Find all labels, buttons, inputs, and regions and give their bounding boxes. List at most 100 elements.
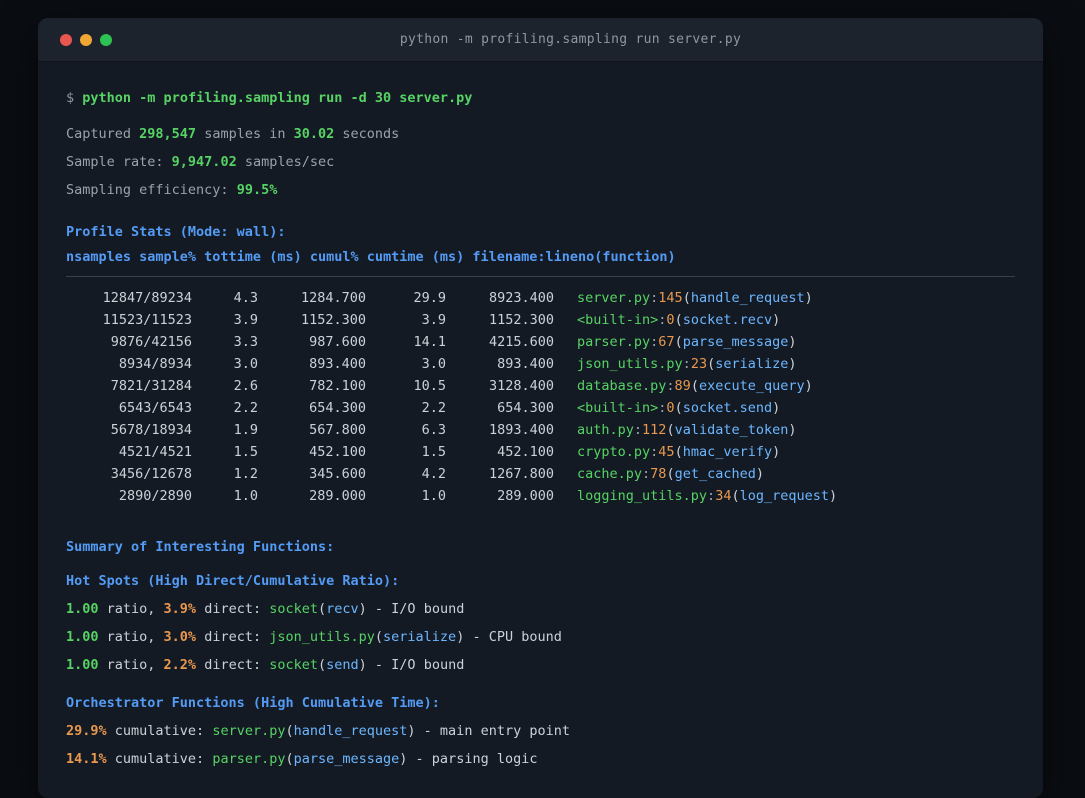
nsamples-cell: 3456/12678	[110, 466, 192, 482]
cumul-pct-cell: 14.1	[413, 334, 446, 350]
tottime-cell: 782.100	[309, 378, 366, 394]
close-paren: )	[772, 444, 781, 460]
filename: <built-in>	[577, 312, 659, 328]
function-location: cache.py:78(get_cached)	[577, 466, 764, 482]
function-name: log_request	[739, 488, 829, 504]
filename: auth.py	[577, 422, 634, 438]
profile-stats-header: Profile Stats (Mode: wall):	[66, 224, 286, 240]
sample-pct-cell: 2.2	[233, 400, 258, 416]
shell-prompt: $	[66, 90, 75, 106]
orchestrator-line: 14.1% cumulative: parser.py(parse_messag…	[66, 745, 1015, 773]
ratio-value: 1.00	[66, 657, 99, 673]
filename: database.py	[577, 378, 667, 394]
function-name: handle_request	[690, 290, 805, 306]
line-number: 67	[658, 334, 675, 350]
cumtime-cell: 893.400	[497, 356, 554, 372]
colon: :	[707, 488, 716, 504]
orchestrators-header: Orchestrator Functions (High Cumulative …	[66, 695, 440, 711]
close-paren: )	[829, 488, 838, 504]
filename: cache.py	[577, 466, 643, 482]
minimize-button[interactable]	[80, 33, 92, 46]
traffic-lights	[38, 33, 138, 46]
function-location: logging_utils.py:34(log_request)	[577, 488, 837, 504]
orchestrator-line: 29.9% cumulative: server.py(handle_reque…	[66, 717, 1015, 745]
open-paren: (	[318, 657, 327, 673]
table-row: 11523/11523 3.9 1152.300 3.9 1152.300 <built-…	[66, 309, 1015, 331]
nsamples-cell: 2890/2890	[118, 488, 192, 504]
cumtime-cell: 4215.600	[488, 334, 554, 350]
close-paren: )	[407, 723, 416, 739]
nsamples-cell: 5678/18934	[110, 422, 192, 438]
sample-pct-cell: 1.2	[233, 466, 258, 482]
open-paren: (	[374, 629, 384, 645]
cumulative-pct: 14.1%	[66, 751, 107, 767]
cumtime-cell: 1152.300	[488, 312, 554, 328]
command-line: $ python -m profiling.sampling run -d 30…	[66, 88, 1015, 108]
table-row: 3456/12678 1.2 345.600 4.2 1267.800 cache.py:…	[66, 463, 1015, 485]
cumtime-cell: 3128.400	[488, 378, 554, 394]
function-location: parser.py:67(parse_message)	[577, 334, 797, 350]
cumul-pct-cell: 29.9	[413, 290, 446, 306]
open-paren: (	[318, 601, 327, 617]
window-title: python -m profiling.sampling run server.…	[399, 32, 742, 47]
function-name: serialize	[715, 356, 789, 372]
function-name: send	[326, 657, 359, 673]
hot-spot-line: 1.00 ratio, 3.0% direct: json_utils.py(s…	[66, 623, 1015, 651]
cumul-pct-cell: 4.2	[421, 466, 446, 482]
close-button[interactable]	[60, 33, 72, 46]
filename: <built-in>	[577, 400, 659, 416]
open-paren: (	[674, 444, 683, 460]
filename: json_utils.py	[577, 356, 683, 372]
close-paren: )	[358, 657, 367, 673]
open-paren: (	[666, 466, 675, 482]
sample-pct-cell: 3.3	[233, 334, 258, 350]
direct-pct: 2.2%	[163, 657, 197, 673]
tottime-cell: 654.300	[309, 400, 366, 416]
window-titlebar[interactable]: python -m profiling.sampling run server.…	[38, 18, 1043, 62]
function-name: get_cached	[674, 466, 756, 482]
sample-pct-cell: 3.0	[233, 356, 258, 372]
close-paren: )	[804, 378, 813, 394]
function-location: auth.py:112(validate_token)	[577, 422, 797, 438]
cumtime-cell: 289.000	[497, 488, 554, 504]
tottime-cell: 1284.700	[300, 290, 366, 306]
direct-pct: 3.9%	[163, 601, 197, 617]
capture-stats: Captured 298,547 samples in 30.02 second…	[66, 120, 1015, 204]
target-name: socket	[269, 657, 318, 673]
maximize-button[interactable]	[100, 33, 112, 46]
cumulative-label: cumulative:	[106, 751, 213, 767]
note-text: - parsing logic	[407, 751, 538, 767]
cumul-pct-cell: 6.3	[421, 422, 446, 438]
function-name: socket.send	[682, 400, 773, 416]
cumul-pct-cell: 2.2	[421, 400, 446, 416]
nsamples-cell: 11523/11523	[102, 312, 192, 328]
filename: parser.py	[577, 334, 651, 350]
sample-pct-cell: 3.9	[233, 312, 258, 328]
orchestrators-list: 29.9% cumulative: server.py(handle_reque…	[66, 717, 1015, 773]
note-text: - I/O bound	[366, 601, 465, 617]
sample-pct-cell: 1.9	[233, 422, 258, 438]
close-paren: )	[358, 601, 367, 617]
line-number: 34	[715, 488, 732, 504]
hot-spots-list: 1.00 ratio, 3.9% direct: socket(recv) - …	[66, 595, 1015, 679]
direct-label: direct:	[196, 629, 270, 645]
sample-pct-cell: 2.6	[233, 378, 258, 394]
function-location: crypto.py:45(hmac_verify)	[577, 444, 780, 460]
table-row: 5678/18934 1.9 567.800 6.3 1893.400 auth.py:1…	[66, 419, 1015, 441]
line-number: 23	[690, 356, 708, 372]
direct-label: direct:	[196, 657, 270, 673]
tottime-cell: 893.400	[309, 356, 366, 372]
line-number: 0	[666, 400, 675, 416]
nsamples-cell: 6543/6543	[118, 400, 192, 416]
sample-pct-cell: 4.3	[233, 290, 258, 306]
open-paren: (	[674, 312, 683, 328]
filename: parser.py	[212, 751, 286, 767]
tottime-cell: 289.000	[309, 488, 366, 504]
capture-duration: 30.02	[293, 126, 335, 142]
tottime-cell: 345.600	[309, 466, 366, 482]
close-paren: )	[399, 751, 408, 767]
open-paren: (	[690, 378, 699, 394]
table-row: 2890/2890 1.0 289.000 1.0 289.000 logging_uti…	[66, 485, 1015, 507]
ratio-label: ratio,	[98, 657, 164, 673]
cumtime-cell: 1267.800	[488, 466, 554, 482]
